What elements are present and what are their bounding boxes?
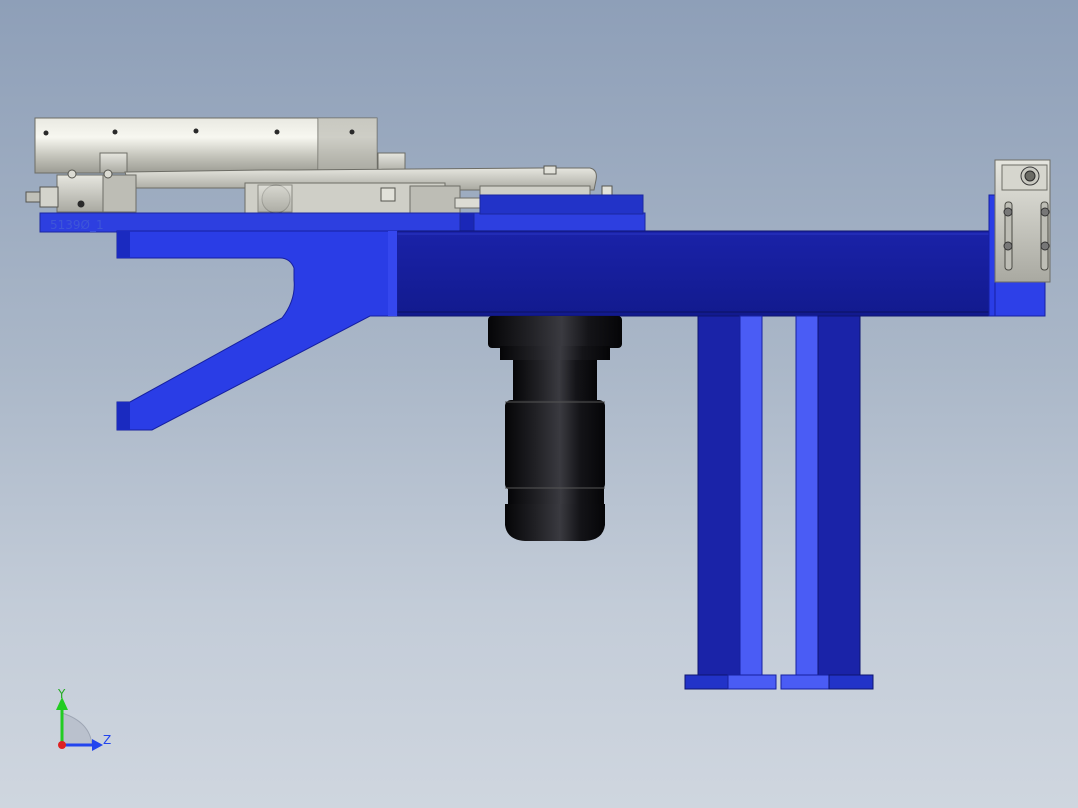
support-bracket[interactable]: [116, 230, 398, 431]
part-label: 5139Ø_1: [50, 218, 104, 232]
sensor-bracket[interactable]: [994, 159, 1051, 283]
assembly-model[interactable]: 5139Ø_1 Y Z: [0, 0, 1078, 808]
z-arrow-head: [92, 739, 103, 751]
support-legs[interactable]: [684, 315, 874, 690]
origin-marker: [58, 741, 66, 749]
drive-motor[interactable]: [488, 316, 622, 541]
coordinate-triad[interactable]: Y Z: [56, 687, 111, 751]
left-clamp-block[interactable]: [25, 169, 137, 213]
main-beam[interactable]: [396, 230, 990, 317]
rotary-drum[interactable]: [34, 117, 378, 174]
y-axis-label: Y: [57, 687, 66, 701]
cad-viewport[interactable]: 5139Ø_1 Y Z: [0, 0, 1078, 808]
z-axis-label: Z: [103, 733, 111, 747]
